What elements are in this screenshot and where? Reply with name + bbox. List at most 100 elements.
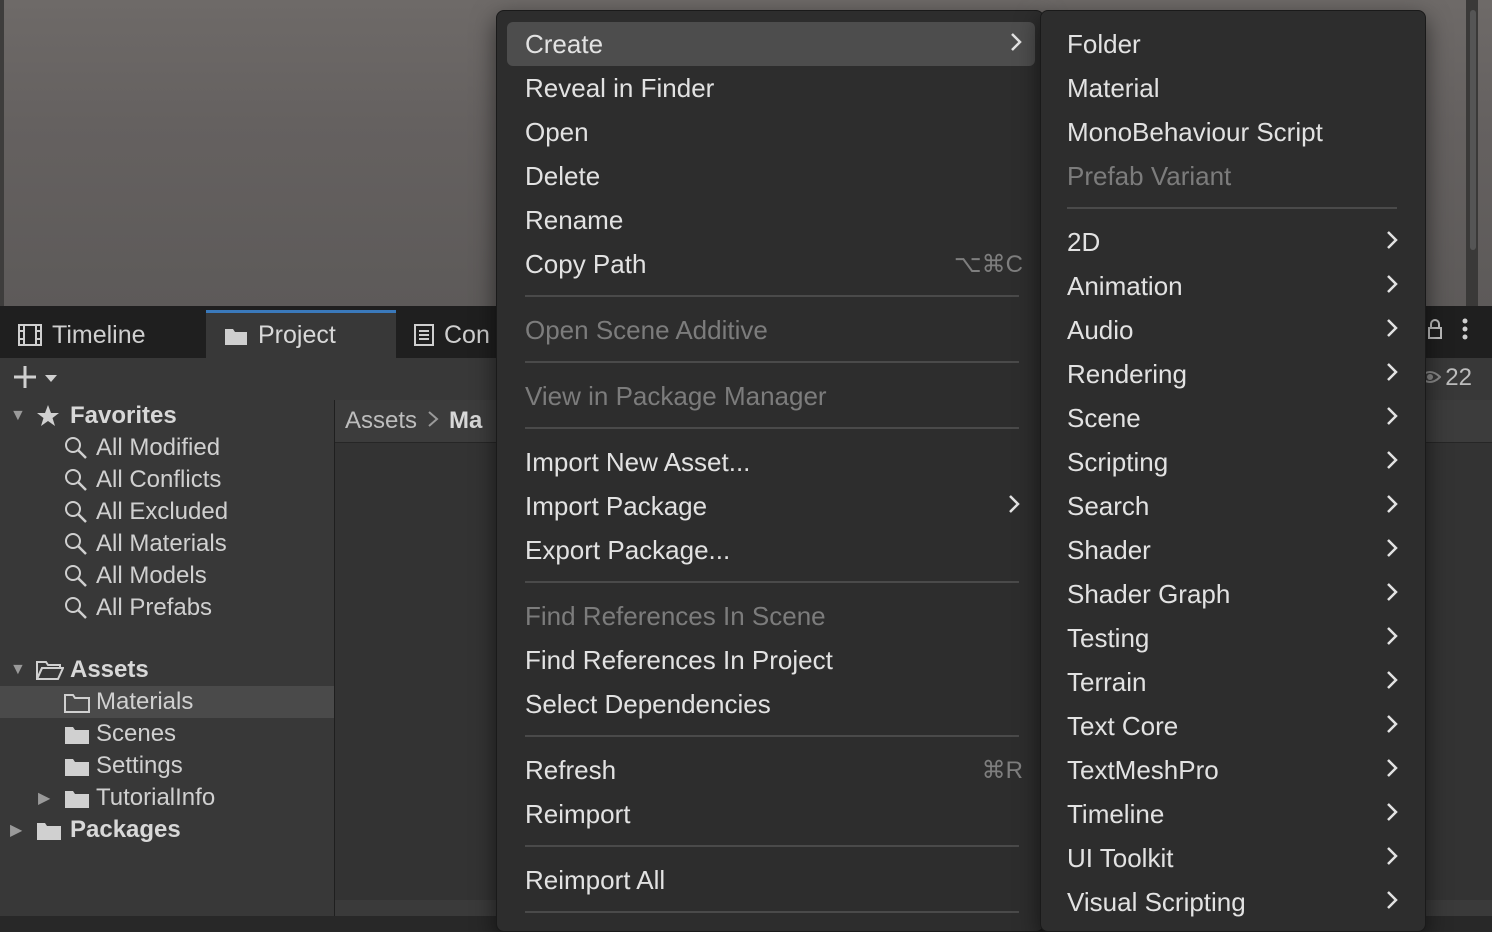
- submenu-item-shader-graph[interactable]: Shader Graph: [1041, 572, 1425, 616]
- menu-item-label: Timeline: [1067, 798, 1165, 829]
- chevron-right-icon: [1385, 623, 1399, 654]
- menu-item-label: Reimport All: [525, 864, 666, 895]
- menu-separator: [525, 427, 1019, 429]
- menu-item-refresh[interactable]: Refresh ⌘R: [497, 748, 1043, 792]
- tree-item[interactable]: All Conflicts: [0, 464, 334, 496]
- kebab-menu-icon[interactable]: [1462, 318, 1468, 345]
- submenu-item-rendering[interactable]: Rendering: [1041, 352, 1425, 396]
- search-icon: [64, 564, 88, 595]
- menu-item-reimport[interactable]: Reimport: [497, 792, 1043, 836]
- submenu-item-ui-toolkit[interactable]: UI Toolkit: [1041, 836, 1425, 880]
- menu-item-reimport-all[interactable]: Reimport All: [497, 858, 1043, 902]
- menu-separator: [525, 735, 1019, 737]
- menu-item-label: View in Package Manager: [525, 380, 827, 411]
- folder-icon: [64, 756, 90, 784]
- expand-down-icon[interactable]: ▼: [10, 661, 26, 679]
- tree-item[interactable]: All Modified: [0, 432, 334, 464]
- menu-item-create[interactable]: Create: [507, 22, 1035, 66]
- chevron-right-icon: [1385, 491, 1399, 522]
- menu-item-label: Prefab Variant: [1067, 160, 1232, 191]
- menu-item-copy-path[interactable]: Copy Path ⌥⌘C: [497, 242, 1043, 286]
- tab-timeline[interactable]: Timeline: [18, 312, 146, 358]
- breadcrumb-current[interactable]: Ma: [449, 407, 482, 435]
- submenu-item-monobehaviour-script[interactable]: MonoBehaviour Script: [1041, 110, 1425, 154]
- tree-item[interactable]: All Materials: [0, 528, 334, 560]
- tree-item[interactable]: All Excluded: [0, 496, 334, 528]
- expand-right-icon[interactable]: ▶: [10, 820, 22, 840]
- search-icon: [64, 468, 88, 499]
- submenu-item-terrain[interactable]: Terrain: [1041, 660, 1425, 704]
- menu-item-delete[interactable]: Delete: [497, 154, 1043, 198]
- chevron-right-icon: [1385, 271, 1399, 302]
- chevron-right-icon: [1385, 403, 1399, 434]
- search-icon: [64, 436, 88, 467]
- tab-timeline-label: Timeline: [52, 320, 146, 349]
- chevron-right-icon: [1385, 227, 1399, 258]
- tree-assets[interactable]: ▼ Assets: [0, 654, 334, 686]
- submenu-item-scripting[interactable]: Scripting: [1041, 440, 1425, 484]
- menu-item-open[interactable]: Open: [497, 110, 1043, 154]
- menu-item-export-package[interactable]: Export Package...: [497, 528, 1043, 572]
- submenu-item-visual-scripting[interactable]: Visual Scripting: [1041, 880, 1425, 924]
- menu-item-label: Delete: [525, 160, 601, 191]
- chevron-right-icon: [1385, 843, 1399, 874]
- menu-item-rename[interactable]: Rename: [497, 198, 1043, 242]
- menu-item-reveal-in-finder[interactable]: Reveal in Finder: [497, 66, 1043, 110]
- menu-item-label: Animation: [1067, 270, 1183, 301]
- menu-item-label: Import New Asset...: [525, 446, 751, 477]
- submenu-item-shader[interactable]: Shader: [1041, 528, 1425, 572]
- menu-item-import-package[interactable]: Import Package: [497, 484, 1043, 528]
- search-icon: [64, 500, 88, 531]
- submenu-item-2d[interactable]: 2D: [1041, 220, 1425, 264]
- menu-item-find-references-in-project[interactable]: Find References In Project: [497, 638, 1043, 682]
- menu-item-label: Find References In Project: [525, 644, 833, 675]
- menu-separator: [525, 581, 1019, 583]
- menu-item-import-new-asset[interactable]: Import New Asset...: [497, 440, 1043, 484]
- submenu-item-text-core[interactable]: Text Core: [1041, 704, 1425, 748]
- tree-item[interactable]: Settings: [0, 750, 334, 782]
- expand-right-icon[interactable]: ▶: [38, 788, 50, 808]
- menu-separator: [525, 911, 1019, 913]
- lock-icon[interactable]: [1428, 318, 1442, 345]
- menu-item-label: TextMeshPro: [1067, 754, 1219, 785]
- tree-assets-label: Assets: [70, 656, 149, 683]
- submenu-item-scene[interactable]: Scene: [1041, 396, 1425, 440]
- tree-favorites[interactable]: ▼ Favorites: [0, 400, 334, 432]
- tree-item-materials[interactable]: Materials: [0, 686, 334, 718]
- tree-packages[interactable]: ▶ Packages: [0, 814, 334, 846]
- submenu-item-timeline[interactable]: Timeline: [1041, 792, 1425, 836]
- tree-packages-label: Packages: [70, 816, 181, 843]
- hidden-count: 22: [1445, 364, 1472, 391]
- scene-view-scrollbar[interactable]: [1470, 10, 1476, 250]
- submenu-item-material[interactable]: Material: [1041, 66, 1425, 110]
- tree-item[interactable]: All Prefabs: [0, 592, 334, 624]
- menu-item-label: Reveal in Finder: [525, 72, 715, 103]
- tab-console[interactable]: Con: [414, 312, 490, 358]
- menu-item-label: Testing: [1067, 622, 1150, 653]
- breadcrumb-assets[interactable]: Assets: [345, 407, 417, 435]
- submenu-item-audio[interactable]: Audio: [1041, 308, 1425, 352]
- chevron-right-icon: [1009, 29, 1023, 60]
- tree-item[interactable]: Scenes: [0, 718, 334, 750]
- submenu-item-prefab-variant: Prefab Variant: [1041, 154, 1425, 198]
- menu-item-label: Create: [525, 28, 604, 59]
- tree-item-label: All Conflicts: [96, 466, 222, 493]
- project-tree: ▼ Favorites All Modified All Conflicts A…: [0, 400, 335, 916]
- hidden-count-toggle[interactable]: 22: [1418, 364, 1472, 392]
- submenu-item-testing[interactable]: Testing: [1041, 616, 1425, 660]
- folder-icon: [64, 788, 90, 816]
- create-dropdown-button[interactable]: [12, 364, 58, 395]
- tree-item-label: All Models: [96, 562, 207, 589]
- menu-item-select-dependencies[interactable]: Select Dependencies: [497, 682, 1043, 726]
- menu-separator: [525, 845, 1019, 847]
- submenu-item-animation[interactable]: Animation: [1041, 264, 1425, 308]
- tab-project[interactable]: Project: [206, 310, 396, 358]
- scene-view-edge: [0, 0, 4, 306]
- submenu-item-textmeshpro[interactable]: TextMeshPro: [1041, 748, 1425, 792]
- menu-item-label: Import Package: [525, 490, 708, 521]
- tree-item[interactable]: All Models: [0, 560, 334, 592]
- submenu-item-search[interactable]: Search: [1041, 484, 1425, 528]
- submenu-item-folder[interactable]: Folder: [1041, 22, 1425, 66]
- expand-down-icon[interactable]: ▼: [10, 407, 26, 425]
- tree-item[interactable]: ▶ TutorialInfo: [0, 782, 334, 814]
